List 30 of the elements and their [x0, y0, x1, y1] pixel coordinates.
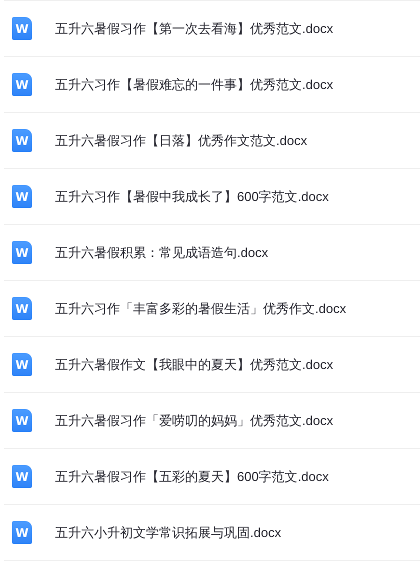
file-row[interactable]: W 五升六暑假作文【我眼中的夏天】优秀范文.docx — [4, 337, 420, 393]
file-name: 五升六习作「丰富多彩的暑假生活」优秀作文.docx — [55, 300, 346, 318]
file-row[interactable]: W 五升六习作【暑假中我成长了】600字范文.docx — [4, 169, 420, 225]
file-name: 五升六暑假习作「爱唠叨的妈妈」优秀范文.docx — [55, 412, 334, 430]
file-row[interactable]: W 五升六暑假习作【五彩的夏天】600字范文.docx — [4, 449, 420, 505]
file-name: 五升六暑假习作【日落】优秀作文范文.docx — [55, 132, 308, 150]
file-row[interactable]: W 五升六暑假习作【日落】优秀作文范文.docx — [4, 113, 420, 169]
word-document-icon: W — [12, 129, 32, 152]
file-row[interactable]: W 五升六习作「丰富多彩的暑假生活」优秀作文.docx — [4, 281, 420, 337]
file-name: 五升六暑假习作【五彩的夏天】600字范文.docx — [55, 468, 329, 486]
file-row[interactable]: W 五升六暑假积累：常见成语造句.docx — [4, 225, 420, 281]
word-document-icon: W — [12, 73, 32, 96]
word-document-icon: W — [12, 521, 32, 544]
file-row[interactable]: W 五升六小升初文学常识拓展与巩固.docx — [4, 505, 420, 561]
file-name: 五升六小升初文学常识拓展与巩固.docx — [55, 524, 282, 542]
word-document-icon: W — [12, 465, 32, 488]
file-name: 五升六暑假作文【我眼中的夏天】优秀范文.docx — [55, 356, 334, 374]
file-row[interactable]: W 五升六暑假习作「爱唠叨的妈妈」优秀范文.docx — [4, 393, 420, 449]
word-document-icon: W — [12, 353, 32, 376]
file-row[interactable]: W 五升六习作【暑假难忘的一件事】优秀范文.docx — [4, 57, 420, 113]
word-document-icon: W — [12, 185, 32, 208]
word-document-icon: W — [12, 241, 32, 264]
file-name: 五升六习作【暑假难忘的一件事】优秀范文.docx — [55, 76, 334, 94]
file-name: 五升六暑假习作【第一次去看海】优秀范文.docx — [55, 20, 334, 38]
file-row[interactable]: W 五升六暑假习作【第一次去看海】优秀范文.docx — [4, 1, 420, 57]
word-document-icon: W — [12, 17, 32, 40]
file-name: 五升六暑假积累：常见成语造句.docx — [55, 244, 268, 262]
word-document-icon: W — [12, 297, 32, 320]
word-document-icon: W — [12, 409, 32, 432]
file-name: 五升六习作【暑假中我成长了】600字范文.docx — [55, 188, 329, 206]
